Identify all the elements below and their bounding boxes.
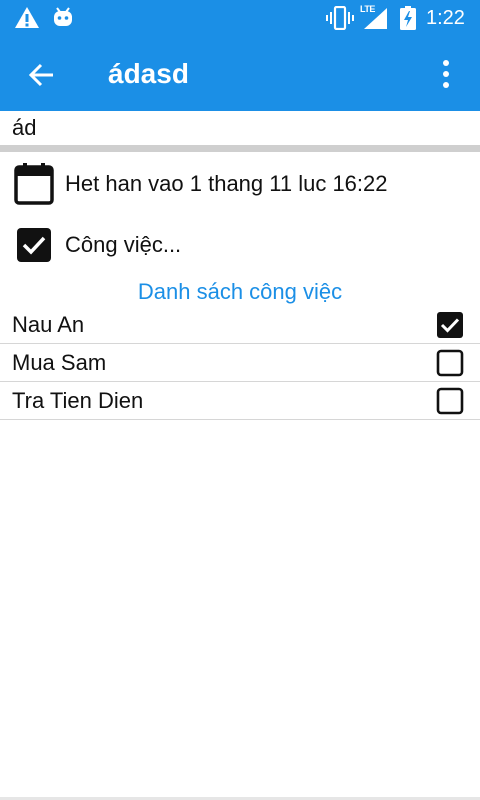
status-bar: LTE 1:22 [0,0,480,36]
task-name: Tra Tien Dien [12,388,144,413]
status-time: 1:22 [426,7,465,29]
warning-icon [15,7,39,28]
screen: LTE 1:22 ádasd Het [0,0,480,800]
more-vert-icon[interactable] [434,56,458,92]
android-icon [54,7,72,26]
task-list: Nau An Mua Sam Tra Tien Dien [0,306,480,420]
task-row[interactable]: Tra Tien Dien [0,382,480,420]
calendar-icon[interactable] [14,163,54,205]
toolbar: ádasd [0,36,480,111]
task-checkbox-unchecked[interactable] [436,387,464,415]
task-name: Mua Sam [12,350,107,375]
tasks-label: Công việc... [65,232,182,257]
task-checkbox-unchecked[interactable] [436,349,464,377]
tasks-checkbox[interactable] [16,227,52,263]
app-bar: LTE 1:22 ádasd [0,0,480,111]
arrow-left-icon[interactable] [26,60,56,90]
vibrate-icon [326,6,354,30]
name-input[interactable] [0,111,480,145]
task-row[interactable]: Mua Sam [0,344,480,382]
task-list-header: Danh sách công việc [137,279,343,304]
page-title: ádasd [108,58,189,89]
network-type-label: LTE [360,4,375,14]
task-row[interactable]: Nau An [0,306,480,344]
task-name: Nau An [12,312,85,337]
input-underline [0,145,480,152]
battery-charging-icon [400,6,416,30]
task-checkbox-checked[interactable] [436,311,464,339]
deadline-text[interactable]: Het han vao 1 thang 11 luc 16:22 [65,170,388,198]
